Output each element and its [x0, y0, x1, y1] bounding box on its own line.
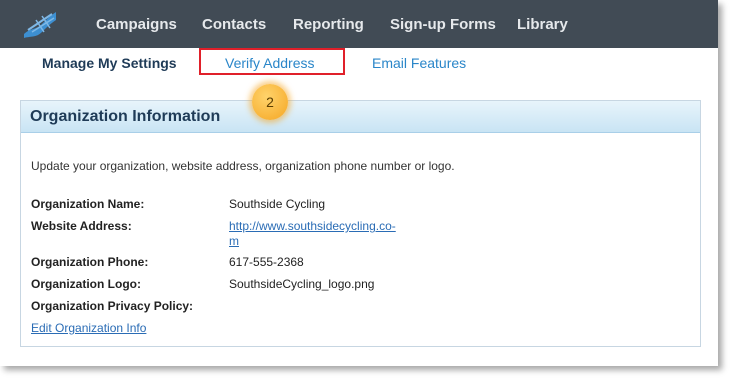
org-phone-label: Organization Phone: — [31, 255, 149, 269]
org-name-value: Southside Cycling — [229, 197, 326, 211]
step-callout-badge: 2 — [252, 84, 288, 120]
top-navigation: Campaigns Contacts Reporting Sign-up For… — [0, 0, 718, 48]
website-label: Website Address: — [31, 219, 132, 233]
flag-logo-icon[interactable] — [22, 10, 58, 38]
privacy-policy-label: Organization Privacy Policy: — [31, 299, 194, 313]
nav-signup-forms[interactable]: Sign-up Forms — [390, 16, 496, 33]
highlight-box — [199, 48, 345, 75]
app-window: Campaigns Contacts Reporting Sign-up For… — [0, 0, 718, 366]
website-link-line2[interactable]: m — [229, 234, 239, 248]
org-logo-value: SouthsideCycling_logo.png — [229, 277, 375, 291]
tab-email-features[interactable]: Email Features — [372, 55, 466, 71]
panel-description: Update your organization, website addres… — [31, 159, 455, 173]
edit-organization-info-link[interactable]: Edit Organization Info — [31, 321, 146, 335]
panel-title: Organization Information — [30, 108, 221, 125]
website-link[interactable]: http://www.southsidecycling.co- m — [229, 219, 404, 249]
nav-library[interactable]: Library — [517, 16, 568, 33]
nav-reporting[interactable]: Reporting — [293, 16, 364, 33]
org-name-label: Organization Name: — [31, 197, 145, 211]
website-link-line1[interactable]: http://www.southsidecycling.co- — [229, 219, 396, 233]
org-phone-value: 617-555-2368 — [229, 255, 304, 269]
org-logo-label: Organization Logo: — [31, 277, 141, 291]
panel-header: Organization Information — [21, 101, 700, 133]
nav-campaigns[interactable]: Campaigns — [96, 16, 177, 33]
tab-manage-my-settings[interactable]: Manage My Settings — [42, 55, 177, 71]
nav-contacts[interactable]: Contacts — [202, 16, 266, 33]
